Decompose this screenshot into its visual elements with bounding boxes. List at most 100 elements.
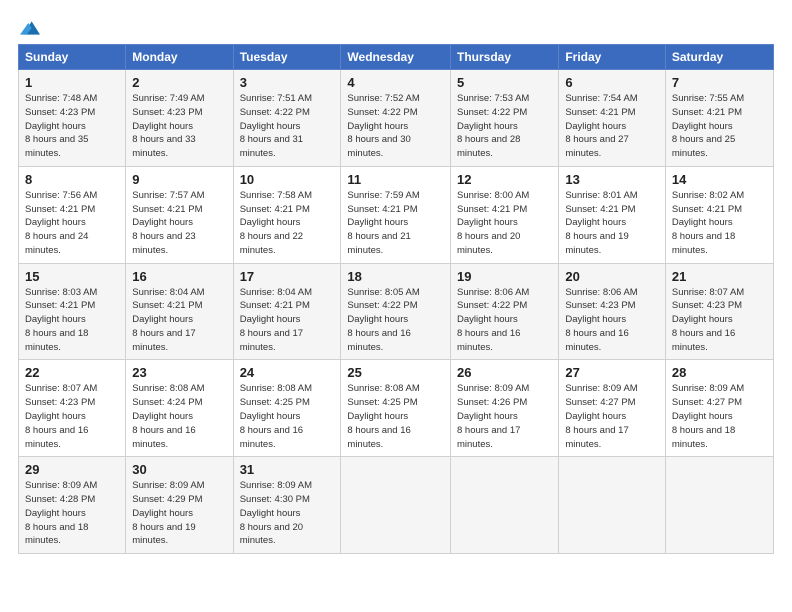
calendar-day-3: 3 Sunrise: 7:51 AMSunset: 4:22 PMDaylight… <box>233 70 341 167</box>
empty-cell <box>665 457 773 554</box>
calendar-day-28: 28 Sunrise: 8:09 AMSunset: 4:27 PMDayligh… <box>665 360 773 457</box>
day-info: Sunrise: 8:02 AMSunset: 4:21 PMDaylight … <box>672 189 767 258</box>
calendar-day-17: 17 Sunrise: 8:04 AMSunset: 4:21 PMDayligh… <box>233 263 341 360</box>
day-info: Sunrise: 8:00 AMSunset: 4:21 PMDaylight … <box>457 189 552 258</box>
day-info: Sunrise: 8:08 AMSunset: 4:24 PMDaylight … <box>132 382 226 451</box>
calendar-day-30: 30Sunrise: 8:09 AMSunset: 4:29 PMDayligh… <box>126 457 233 554</box>
day-info: Sunrise: 8:01 AMSunset: 4:21 PMDaylight … <box>565 189 659 258</box>
day-info: Sunrise: 7:59 AMSunset: 4:21 PMDaylight … <box>347 189 444 258</box>
logo-text <box>18 18 40 38</box>
day-number: 1 <box>25 75 119 90</box>
calendar-day-18: 18 Sunrise: 8:05 AMSunset: 4:22 PMDayligh… <box>341 263 451 360</box>
day-info: Sunrise: 7:49 AMSunset: 4:23 PMDaylight … <box>132 92 226 161</box>
day-number: 29 <box>25 462 119 477</box>
logo <box>18 18 40 34</box>
day-number: 10 <box>240 172 335 187</box>
calendar-week-2: 8 Sunrise: 7:56 AMSunset: 4:21 PMDaylight… <box>19 166 774 263</box>
day-number: 24 <box>240 365 335 380</box>
day-info: Sunrise: 8:07 AMSunset: 4:23 PMDaylight … <box>25 382 119 451</box>
col-header-friday: Friday <box>559 45 666 70</box>
day-info: Sunrise: 7:52 AMSunset: 4:22 PMDaylight … <box>347 92 444 161</box>
day-number: 2 <box>132 75 226 90</box>
calendar-day-12: 12Sunrise: 8:00 AMSunset: 4:21 PMDayligh… <box>451 166 559 263</box>
day-info: Sunrise: 7:56 AMSunset: 4:21 PMDaylight … <box>25 189 119 258</box>
day-number: 30 <box>132 462 226 477</box>
day-number: 14 <box>672 172 767 187</box>
day-number: 13 <box>565 172 659 187</box>
day-number: 19 <box>457 269 552 284</box>
day-info: Sunrise: 8:07 AMSunset: 4:23 PMDaylight … <box>672 286 767 355</box>
calendar-day-19: 19 Sunrise: 8:06 AMSunset: 4:22 PMDayligh… <box>451 263 559 360</box>
calendar-day-1: 1 Sunrise: 7:48 AMSunset: 4:23 PMDaylight… <box>19 70 126 167</box>
calendar-week-4: 22 Sunrise: 8:07 AMSunset: 4:23 PMDayligh… <box>19 360 774 457</box>
calendar-day-11: 11 Sunrise: 7:59 AMSunset: 4:21 PMDayligh… <box>341 166 451 263</box>
day-info: Sunrise: 8:04 AMSunset: 4:21 PMDaylight … <box>240 286 335 355</box>
calendar-day-29: 29 Sunrise: 8:09 AMSunset: 4:28 PMDayligh… <box>19 457 126 554</box>
calendar-day-9: 9 Sunrise: 7:57 AMSunset: 4:21 PMDaylight… <box>126 166 233 263</box>
calendar-day-14: 14 Sunrise: 8:02 AMSunset: 4:21 PMDayligh… <box>665 166 773 263</box>
calendar-day-21: 21Sunrise: 8:07 AMSunset: 4:23 PMDayligh… <box>665 263 773 360</box>
day-number: 16 <box>132 269 226 284</box>
day-number: 23 <box>132 365 226 380</box>
day-info: Sunrise: 8:09 AMSunset: 4:27 PMDaylight … <box>672 382 767 451</box>
calendar-day-4: 4 Sunrise: 7:52 AMSunset: 4:22 PMDaylight… <box>341 70 451 167</box>
day-number: 11 <box>347 172 444 187</box>
calendar-day-23: 23 Sunrise: 8:08 AMSunset: 4:24 PMDayligh… <box>126 360 233 457</box>
day-number: 28 <box>672 365 767 380</box>
day-info: Sunrise: 7:48 AMSunset: 4:23 PMDaylight … <box>25 92 119 161</box>
day-info: Sunrise: 7:51 AMSunset: 4:22 PMDaylight … <box>240 92 335 161</box>
col-header-monday: Monday <box>126 45 233 70</box>
empty-cell <box>341 457 451 554</box>
calendar-day-8: 8 Sunrise: 7:56 AMSunset: 4:21 PMDaylight… <box>19 166 126 263</box>
day-info: Sunrise: 8:08 AMSunset: 4:25 PMDaylight … <box>240 382 335 451</box>
col-header-thursday: Thursday <box>451 45 559 70</box>
logo-icon <box>20 18 40 38</box>
calendar-day-27: 27 Sunrise: 8:09 AMSunset: 4:27 PMDayligh… <box>559 360 666 457</box>
col-header-tuesday: Tuesday <box>233 45 341 70</box>
day-info: Sunrise: 7:54 AMSunset: 4:21 PMDaylight … <box>565 92 659 161</box>
day-number: 25 <box>347 365 444 380</box>
day-info: Sunrise: 8:06 AMSunset: 4:22 PMDaylight … <box>457 286 552 355</box>
day-number: 20 <box>565 269 659 284</box>
day-number: 22 <box>25 365 119 380</box>
calendar-week-3: 15Sunrise: 8:03 AMSunset: 4:21 PMDayligh… <box>19 263 774 360</box>
day-info: Sunrise: 7:53 AMSunset: 4:22 PMDaylight … <box>457 92 552 161</box>
day-number: 15 <box>25 269 119 284</box>
calendar-day-20: 20 Sunrise: 8:06 AMSunset: 4:23 PMDayligh… <box>559 263 666 360</box>
calendar-day-13: 13 Sunrise: 8:01 AMSunset: 4:21 PMDayligh… <box>559 166 666 263</box>
day-number: 8 <box>25 172 119 187</box>
calendar-day-5: 5 Sunrise: 7:53 AMSunset: 4:22 PMDaylight… <box>451 70 559 167</box>
col-header-wednesday: Wednesday <box>341 45 451 70</box>
day-info: Sunrise: 8:08 AMSunset: 4:25 PMDaylight … <box>347 382 444 451</box>
day-info: Sunrise: 7:55 AMSunset: 4:21 PMDaylight … <box>672 92 767 161</box>
calendar-day-15: 15Sunrise: 8:03 AMSunset: 4:21 PMDayligh… <box>19 263 126 360</box>
empty-cell <box>451 457 559 554</box>
calendar-day-31: 31 Sunrise: 8:09 AMSunset: 4:30 PMDayligh… <box>233 457 341 554</box>
day-info: Sunrise: 8:09 AMSunset: 4:28 PMDaylight … <box>25 479 119 548</box>
calendar-week-1: 1 Sunrise: 7:48 AMSunset: 4:23 PMDaylight… <box>19 70 774 167</box>
calendar-day-7: 7Sunrise: 7:55 AMSunset: 4:21 PMDaylight… <box>665 70 773 167</box>
day-number: 26 <box>457 365 552 380</box>
calendar-day-6: 6 Sunrise: 7:54 AMSunset: 4:21 PMDaylight… <box>559 70 666 167</box>
day-number: 18 <box>347 269 444 284</box>
day-number: 3 <box>240 75 335 90</box>
day-info: Sunrise: 8:06 AMSunset: 4:23 PMDaylight … <box>565 286 659 355</box>
day-number: 9 <box>132 172 226 187</box>
empty-cell <box>559 457 666 554</box>
day-info: Sunrise: 8:09 AMSunset: 4:27 PMDaylight … <box>565 382 659 451</box>
day-info: Sunrise: 7:57 AMSunset: 4:21 PMDaylight … <box>132 189 226 258</box>
day-number: 27 <box>565 365 659 380</box>
day-number: 6 <box>565 75 659 90</box>
day-number: 31 <box>240 462 335 477</box>
day-info: Sunrise: 8:09 AMSunset: 4:30 PMDaylight … <box>240 479 335 548</box>
col-header-sunday: Sunday <box>19 45 126 70</box>
day-info: Sunrise: 8:05 AMSunset: 4:22 PMDaylight … <box>347 286 444 355</box>
day-info: Sunrise: 8:04 AMSunset: 4:21 PMDaylight … <box>132 286 226 355</box>
day-number: 5 <box>457 75 552 90</box>
calendar-day-10: 10Sunrise: 7:58 AMSunset: 4:21 PMDayligh… <box>233 166 341 263</box>
day-number: 17 <box>240 269 335 284</box>
calendar-day-16: 16 Sunrise: 8:04 AMSunset: 4:21 PMDayligh… <box>126 263 233 360</box>
calendar-header-row: SundayMondayTuesdayWednesdayThursdayFrid… <box>19 45 774 70</box>
day-number: 4 <box>347 75 444 90</box>
calendar-day-26: 26Sunrise: 8:09 AMSunset: 4:26 PMDayligh… <box>451 360 559 457</box>
